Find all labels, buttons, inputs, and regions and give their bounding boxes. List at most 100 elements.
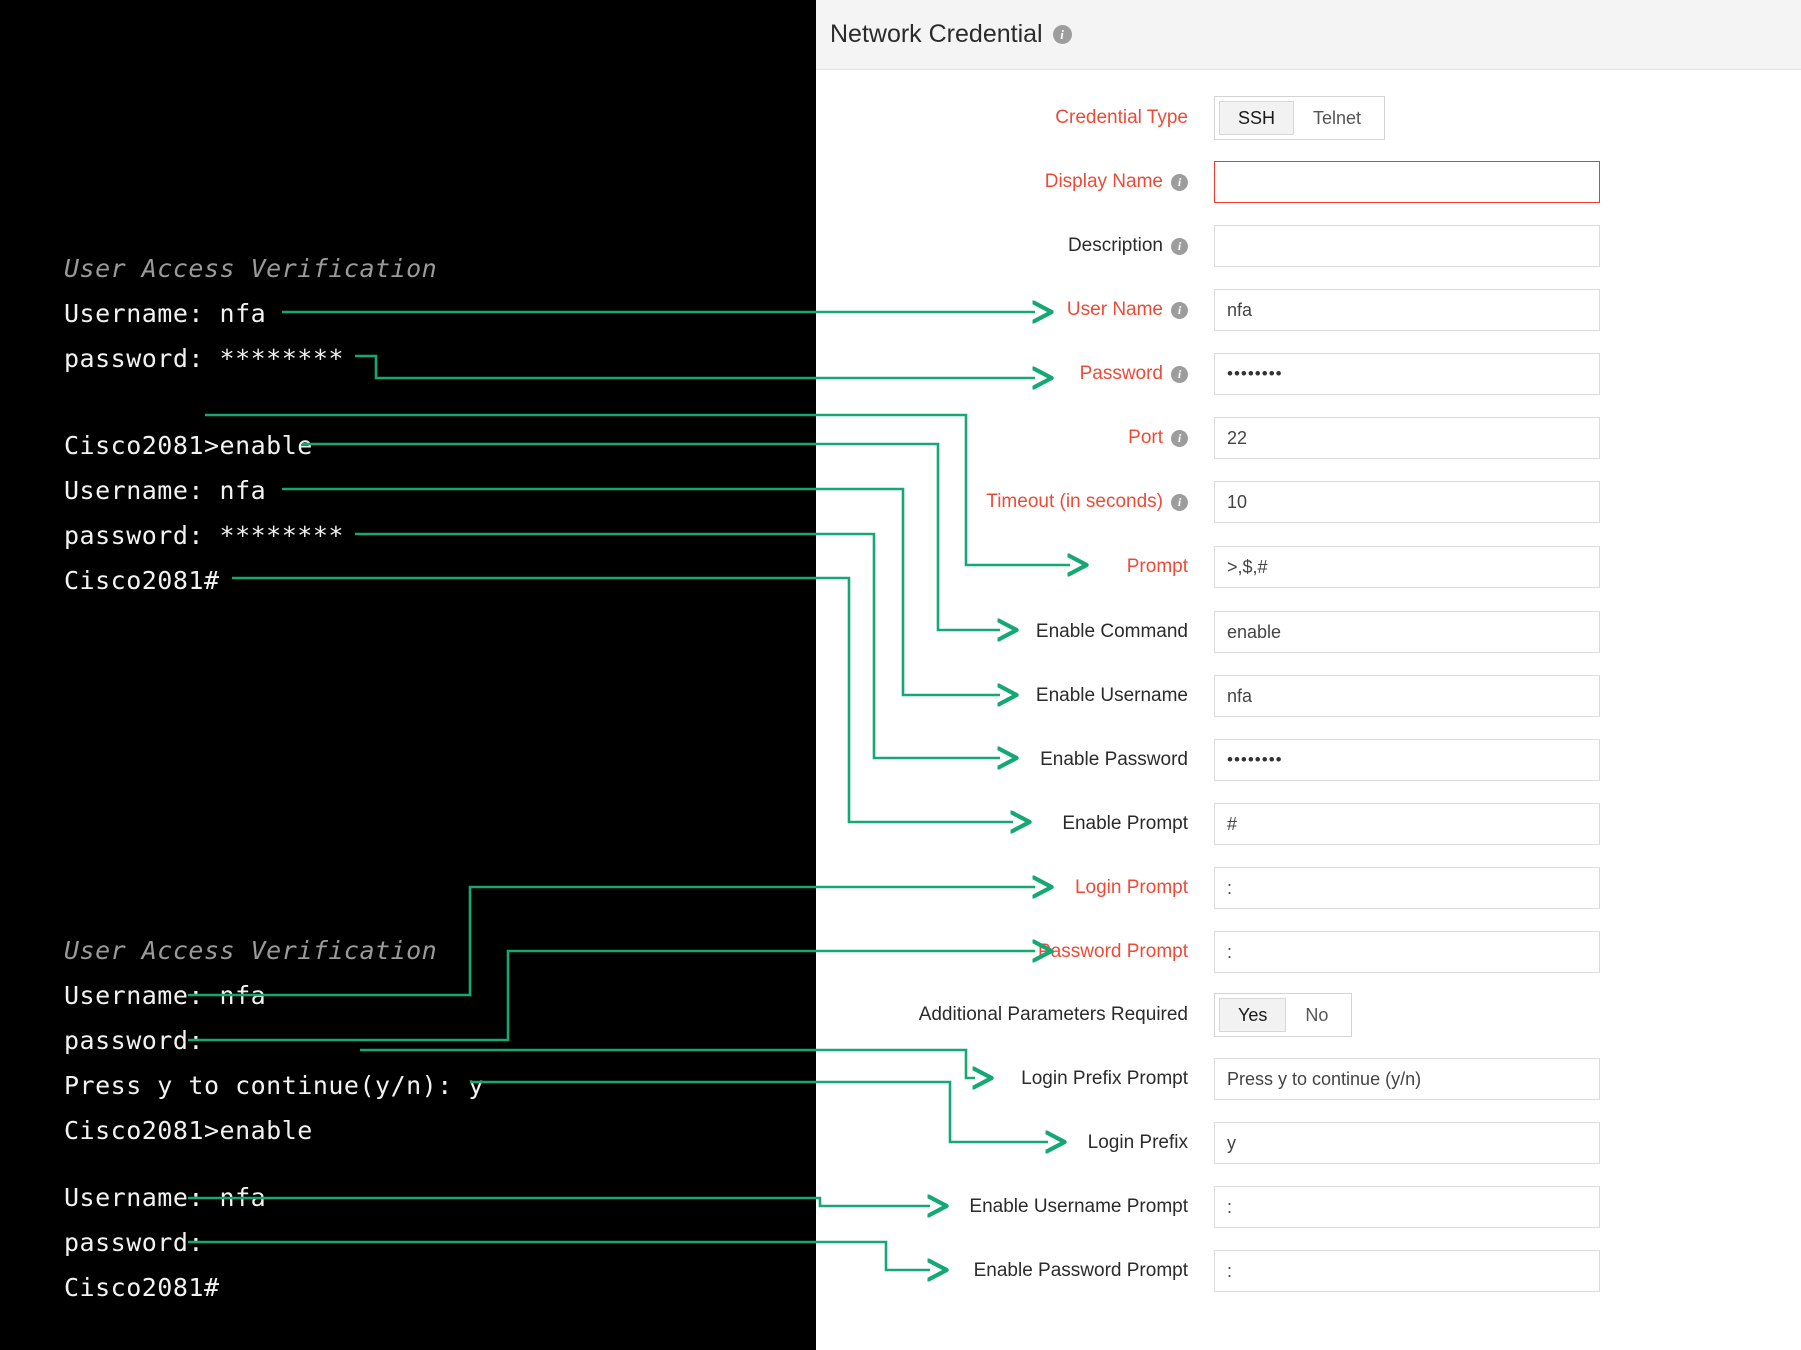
toggle-credential_type[interactable]: SSHTelnet <box>1214 96 1385 140</box>
terminal-line: password: ******** <box>64 344 344 373</box>
label-login_prompt: Login Prompt <box>816 877 1200 899</box>
form-row-timeout: Timeout (in seconds) i 10 <box>816 480 1801 524</box>
form-row-enable_command: Enable Command enable <box>816 610 1801 654</box>
form-row-login_prefix_prompt: Login Prefix Prompt Press y to continue (… <box>816 1057 1801 1101</box>
input-description[interactable] <box>1214 225 1600 267</box>
label-credential_type: Credential Type <box>816 107 1200 129</box>
form-row-description: Description i <box>816 224 1801 268</box>
input-prompt[interactable]: >,$,# <box>1214 546 1600 588</box>
label-enable_password: Enable Password <box>816 749 1200 771</box>
label-enable_prompt: Enable Prompt <box>816 813 1200 835</box>
toggle-option-no[interactable]: No <box>1286 998 1347 1032</box>
toggle-option-ssh[interactable]: SSH <box>1219 101 1294 135</box>
form-row-login_prefix: Login Prefix y <box>816 1121 1801 1165</box>
input-display_name[interactable] <box>1214 161 1600 203</box>
toggle-option-yes[interactable]: Yes <box>1219 998 1286 1032</box>
terminal-line: Cisco2081# <box>64 566 220 595</box>
label-text-enable_username: Enable Username <box>1036 685 1188 707</box>
form-row-login_prompt: Login Prompt: <box>816 866 1801 910</box>
input-password_prompt[interactable]: : <box>1214 931 1600 973</box>
label-text-timeout: Timeout (in seconds) <box>986 491 1163 513</box>
form-row-password_prompt: Password Prompt: <box>816 930 1801 974</box>
label-additional_parameters_required: Additional Parameters Required <box>816 1004 1200 1026</box>
input-enable_username[interactable]: nfa <box>1214 675 1600 717</box>
form-row-port: Porti 22 <box>816 416 1801 460</box>
label-enable_username_prompt: Enable Username Prompt <box>816 1196 1200 1218</box>
label-text-port: Port <box>1128 427 1163 449</box>
label-display_name: Display Name i <box>816 171 1200 193</box>
terminal-line: Username: nfa <box>64 1183 266 1212</box>
label-text-additional_parameters_required: Additional Parameters Required <box>919 1004 1188 1026</box>
terminal-line: User Access Verification <box>64 936 437 965</box>
terminal-line: password: <box>64 1026 204 1055</box>
label-timeout: Timeout (in seconds) i <box>816 491 1200 513</box>
terminal-line: Press y to continue(y/n): y <box>64 1071 484 1100</box>
info-icon[interactable]: i <box>1171 174 1188 191</box>
input-user_name[interactable]: nfa <box>1214 289 1600 331</box>
terminal-line: Cisco2081>enable <box>64 1116 313 1145</box>
terminal-line: User Access Verification <box>64 254 437 283</box>
label-enable_password_prompt: Enable Password Prompt <box>816 1260 1200 1282</box>
input-port[interactable]: 22 <box>1214 417 1600 459</box>
form-row-enable_prompt: Enable Prompt # <box>816 802 1801 846</box>
label-text-enable_prompt: Enable Prompt <box>1062 813 1188 835</box>
label-user_name: User Name i <box>816 299 1200 321</box>
info-icon[interactable]: i <box>1171 494 1188 511</box>
page-title: Network Credential <box>830 20 1043 49</box>
label-text-user_name: User Name <box>1067 299 1163 321</box>
input-enable_password_prompt[interactable]: : <box>1214 1250 1600 1292</box>
label-port: Porti <box>816 427 1200 449</box>
label-text-enable_command: Enable Command <box>1036 621 1188 643</box>
input-timeout[interactable]: 10 <box>1214 481 1600 523</box>
info-icon[interactable]: i <box>1171 366 1188 383</box>
label-text-password: Password <box>1080 363 1163 385</box>
info-icon[interactable]: i <box>1171 302 1188 319</box>
network-credential-form-panel: Network Credential i Credential TypeSSHT… <box>816 0 1801 1350</box>
input-enable_command[interactable]: enable <box>1214 611 1600 653</box>
input-login_prefix_prompt[interactable]: Press y to continue (y/n) <box>1214 1058 1600 1100</box>
form-row-enable_username_prompt: Enable Username Prompt: <box>816 1185 1801 1229</box>
terminal-line: password: <box>64 1228 204 1257</box>
form-row-credential_type: Credential Type SSHTelnet <box>816 96 1801 140</box>
form-row-prompt: Prompt >,$,# <box>816 545 1801 589</box>
label-description: Description i <box>816 235 1200 257</box>
label-text-credential_type: Credential Type <box>1055 107 1188 129</box>
input-login_prefix[interactable]: y <box>1214 1122 1600 1164</box>
label-password_prompt: Password Prompt <box>816 941 1200 963</box>
form-row-password: Password i •••••••• <box>816 352 1801 396</box>
form-row-display_name: Display Name i <box>816 160 1801 204</box>
input-login_prompt[interactable]: : <box>1214 867 1600 909</box>
terminal-line: Cisco2081>enable <box>64 431 313 460</box>
form-row-additional_parameters_required: Additional Parameters Required YesNo <box>816 993 1801 1037</box>
info-icon[interactable]: i <box>1171 430 1188 447</box>
label-text-enable_password_prompt: Enable Password Prompt <box>974 1260 1188 1282</box>
info-icon[interactable]: i <box>1053 25 1072 44</box>
label-prompt: Prompt <box>816 556 1200 578</box>
terminal-line: Username: nfa <box>64 299 266 328</box>
toggle-option-telnet[interactable]: Telnet <box>1294 101 1380 135</box>
label-enable_command: Enable Command <box>816 621 1200 643</box>
label-password: Password i <box>816 363 1200 385</box>
label-text-display_name: Display Name <box>1045 171 1163 193</box>
label-text-password_prompt: Password Prompt <box>1038 941 1188 963</box>
input-enable_username_prompt[interactable]: : <box>1214 1186 1600 1228</box>
panel-title-bar: Network Credential i <box>816 0 1801 70</box>
form-row-enable_username: Enable Username nfa <box>816 674 1801 718</box>
input-password[interactable]: •••••••• <box>1214 353 1600 395</box>
toggle-additional_parameters_required[interactable]: YesNo <box>1214 993 1352 1037</box>
label-text-enable_username_prompt: Enable Username Prompt <box>969 1196 1188 1218</box>
input-enable_prompt[interactable]: # <box>1214 803 1600 845</box>
label-login_prefix: Login Prefix <box>816 1132 1200 1154</box>
input-enable_password[interactable]: •••••••• <box>1214 739 1600 781</box>
label-enable_username: Enable Username <box>816 685 1200 707</box>
terminal-panel: User Access Verification Username: nfa pas… <box>0 0 816 1350</box>
form-row-enable_password: Enable Password •••••••• <box>816 738 1801 782</box>
info-icon[interactable]: i <box>1171 238 1188 255</box>
screenshot-root: User Access Verification Username: nfa pas… <box>0 0 1801 1350</box>
label-text-login_prefix_prompt: Login Prefix Prompt <box>1021 1068 1188 1090</box>
form-row-user_name: User Name i nfa <box>816 288 1801 332</box>
label-text-description: Description <box>1068 235 1163 257</box>
terminal-line: Username: nfa <box>64 981 266 1010</box>
terminal-line: Cisco2081# <box>64 1273 220 1302</box>
terminal-line: password: ******** <box>64 521 344 550</box>
